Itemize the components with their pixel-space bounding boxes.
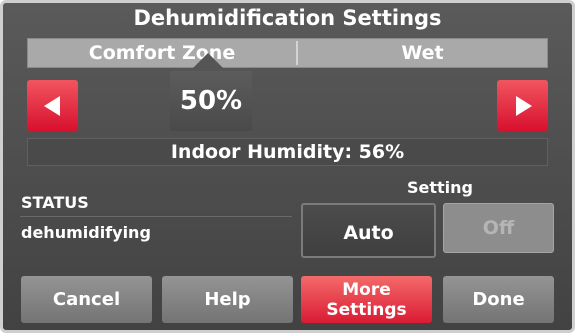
more-label-line1: More	[342, 279, 391, 300]
more-label-line2: Settings	[326, 299, 407, 320]
indoor-humidity-readout: Indoor Humidity: 56%	[27, 138, 548, 166]
status-divider	[20, 216, 292, 217]
auto-button[interactable]: Auto	[301, 203, 436, 258]
status-label: STATUS	[21, 193, 89, 212]
right-arrow-icon	[515, 95, 532, 116]
setting-label: Setting	[407, 178, 473, 197]
zone-label-comfort: Comfort Zone	[88, 42, 236, 64]
left-arrow-icon	[43, 95, 60, 116]
setpoint-value: 50%	[170, 71, 252, 131]
increase-button[interactable]	[497, 80, 548, 131]
help-button[interactable]: Help	[162, 276, 293, 323]
cancel-button[interactable]: Cancel	[21, 276, 152, 323]
more-settings-label: More Settings	[326, 280, 406, 320]
page-title: Dehumidification Settings	[133, 6, 442, 30]
zone-scale-header: Comfort Zone Wet	[27, 38, 548, 68]
off-button[interactable]: Off	[443, 203, 554, 253]
zone-label-wet: Wet	[401, 42, 444, 64]
done-button-label: Done	[472, 289, 525, 310]
setpoint-pointer	[190, 53, 226, 71]
help-button-label: Help	[204, 289, 251, 310]
decrease-button[interactable]	[27, 80, 78, 131]
off-button-label: Off	[482, 217, 515, 239]
more-settings-button[interactable]: More Settings	[301, 276, 432, 323]
auto-button-label: Auto	[343, 221, 394, 244]
done-button[interactable]: Done	[443, 276, 554, 323]
cancel-button-label: Cancel	[52, 289, 121, 310]
status-value: dehumidifying	[21, 223, 151, 242]
